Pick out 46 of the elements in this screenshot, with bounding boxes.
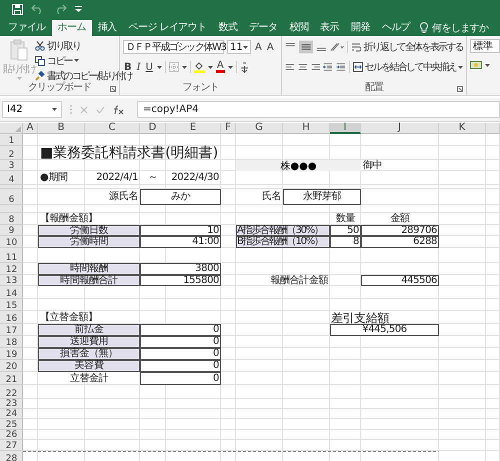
table-cell-text: 御中 — [362, 160, 384, 171]
table-cell: 損害金（無） — [38, 348, 140, 360]
table-cell: 289706 — [361, 225, 439, 236]
section-heading: 【立替金額】 — [39, 311, 99, 324]
table-cell: 3800 — [140, 263, 221, 275]
net-pay-label: 差引支給額 — [330, 311, 390, 324]
table-cell: 0 — [140, 324, 221, 336]
table-cell: 41:00 — [140, 236, 221, 248]
table-cell-text: 立替金計 — [68, 372, 110, 385]
table-cell: 時間報酬合計 — [38, 275, 140, 286]
table-cell-text: 報酬合計金額 — [269, 275, 330, 286]
group-label: クリップボード — [28, 80, 91, 94]
table-cell: 10 — [140, 225, 221, 236]
table-cell-text: 氏名 — [260, 190, 282, 204]
table-cell-text: 2022/4/30 — [170, 171, 220, 185]
group-label: 配置 — [365, 80, 383, 94]
table-cell: 445506 — [361, 275, 439, 286]
table-cell: 前払金 — [38, 324, 140, 336]
table-cell: 時間報酬 — [38, 263, 140, 275]
table-cell: 0 — [140, 360, 221, 372]
table-cell: 美容費 — [38, 360, 140, 372]
table-cell-text: ～ — [147, 171, 159, 185]
table-cell: 送迎費用 — [38, 336, 140, 348]
table-cell-text: 2022/4/1 — [95, 171, 139, 185]
table-cell: 155800 — [140, 275, 221, 286]
table-cell-text: 源氏名 — [108, 190, 139, 204]
section-heading: 【報酬金額】 — [39, 213, 99, 224]
column-heading: 金額 — [389, 213, 411, 225]
table-cell: A指歩合報酬（30%） — [236, 225, 330, 236]
table-cell: みか — [140, 189, 221, 205]
table-cell: 株●●● — [236, 160, 361, 171]
table-cell: 0 — [140, 372, 221, 385]
table-cell-text: ●期間 — [39, 171, 69, 185]
table-cell: ¥445,506 — [330, 324, 439, 336]
table-cell: B指歩合報酬（10%） — [236, 236, 330, 248]
table-cell: 労働時間 — [38, 236, 140, 248]
table-cell: 8 — [330, 236, 361, 248]
table-cell: 50 — [330, 225, 361, 236]
table-cell: 0 — [140, 336, 221, 348]
group-label: フォント — [182, 81, 218, 94]
table-cell: 6288 — [361, 236, 439, 248]
sheet-title: ■業務委託料請求書(明細書) — [39, 146, 220, 160]
table-cell: 労働日数 — [38, 225, 140, 236]
table-cell: 0 — [140, 348, 221, 360]
table-cell: 永野芽郁 — [283, 189, 361, 205]
column-heading: 数量 — [334, 213, 356, 225]
